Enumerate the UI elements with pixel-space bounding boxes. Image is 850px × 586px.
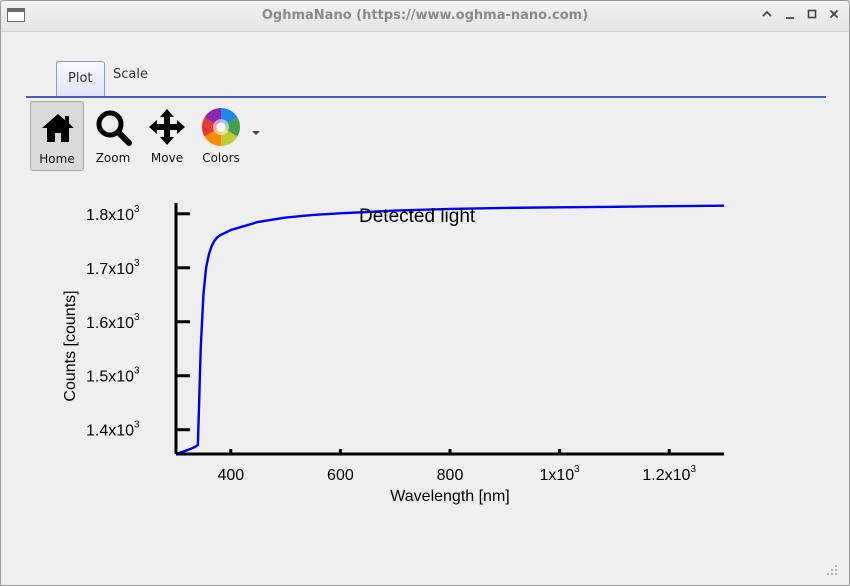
- chart-title: Detected light: [359, 206, 476, 227]
- tab-plot[interactable]: Plot: [56, 61, 105, 96]
- tab-bar: Plot Scale: [26, 57, 826, 98]
- close-button[interactable]: [824, 6, 844, 26]
- x-tick-label: 1x103: [539, 464, 580, 484]
- tab-scale[interactable]: Scale: [102, 61, 159, 89]
- colors-dropdown-arrow-icon[interactable]: [252, 131, 260, 135]
- color-wheel-icon: [202, 108, 240, 146]
- y-tick-label: 1.5x103: [86, 366, 140, 386]
- y-tick-label: 1.4x103: [86, 420, 140, 440]
- plot-area[interactable]: 1.4x103 1.5x103 1.6x103 1.7x103 1.8x103 400 6…: [1, 191, 849, 521]
- y-tick-label: 1.8x103: [86, 204, 140, 224]
- move-label: Move: [150, 151, 184, 165]
- x-tick-label: 400: [217, 467, 244, 484]
- zoom-label: Zoom: [95, 151, 131, 165]
- move-arrows-icon: [149, 109, 185, 145]
- y-tick-label: 1.6x103: [86, 312, 140, 332]
- resize-grip-icon[interactable]: [827, 565, 837, 575]
- x-tick-label: 800: [437, 467, 464, 484]
- window-title: OghmaNano (https://www.oghma-nano.com): [261, 8, 589, 23]
- home-icon: [42, 114, 74, 142]
- series-line: [175, 204, 725, 456]
- x-tick-label: 600: [327, 467, 354, 484]
- home-button[interactable]: Home: [30, 101, 84, 171]
- app-window: OghmaNano (https://www.oghma-nano.com) P…: [0, 0, 850, 586]
- zoom-button[interactable]: Zoom: [86, 101, 140, 171]
- colors-button[interactable]: Colors: [194, 101, 248, 171]
- chevron-up-icon[interactable]: [757, 6, 777, 26]
- minimize-button[interactable]: [780, 6, 800, 26]
- move-button[interactable]: Move: [140, 101, 194, 171]
- x-axis-label: Wavelength [nm]: [390, 488, 509, 505]
- y-tick-label: 1.7x103: [86, 258, 140, 278]
- maximize-button[interactable]: [802, 6, 822, 26]
- line-chart[interactable]: 1.4x103 1.5x103 1.6x103 1.7x103 1.8x103 400 6…: [1, 191, 849, 521]
- title-bar: OghmaNano (https://www.oghma-nano.com): [1, 1, 849, 32]
- magnifier-icon: [96, 110, 132, 146]
- y-axis-label: Counts [counts]: [62, 290, 79, 401]
- x-tick-label: 1.2x103: [642, 464, 696, 484]
- home-label: Home: [39, 152, 75, 166]
- colors-label: Colors: [202, 151, 240, 165]
